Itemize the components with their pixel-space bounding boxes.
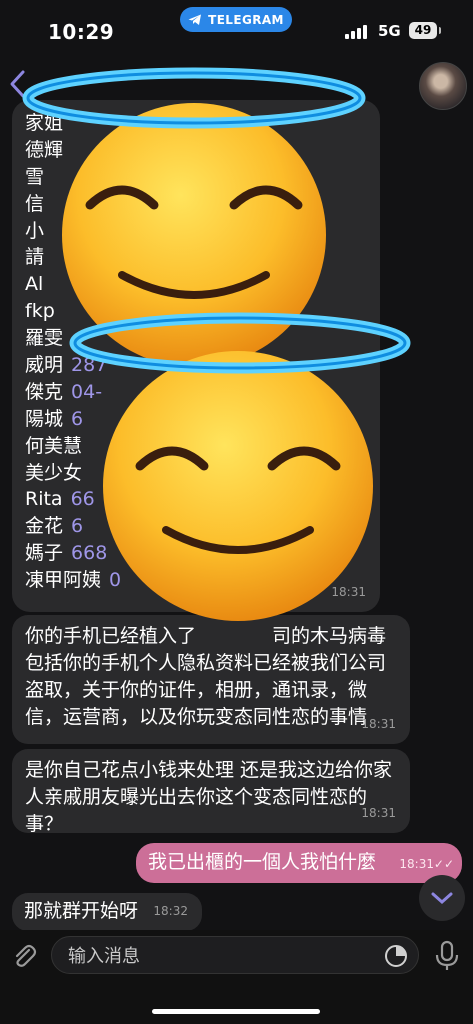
telegram-pill-label: TELEGRAM <box>208 12 284 27</box>
message-bubble[interactable]: 是你自己花点小钱来处理 还是我这边给你家人亲戚朋友曝光出去你这个变态同性恋的事？… <box>12 749 410 835</box>
contact-name: 傑克 <box>25 380 64 403</box>
avatar[interactable] <box>419 62 467 110</box>
message-time: 18:31 <box>399 857 434 871</box>
telegram-pill[interactable]: TELEGRAM <box>180 7 292 32</box>
microphone-icon[interactable] <box>434 940 460 972</box>
message-bubble[interactable]: 那就群开始呀 18:32 <box>12 893 202 931</box>
contact-name: 金花 <box>25 515 64 538</box>
read-receipt-icon: ✓✓ <box>433 857 454 871</box>
chevron-down-icon <box>431 892 453 905</box>
contact-name: Rita <box>25 488 63 511</box>
paperclip-icon[interactable] <box>10 942 38 970</box>
message-input[interactable] <box>51 936 419 975</box>
contact-name: 媽子 <box>25 542 64 565</box>
message-time: 18:31 <box>361 806 396 820</box>
message-text-field[interactable] <box>66 937 370 975</box>
network-type: 5G <box>378 22 401 40</box>
message-text: 你的手机已经植入了 司的木马病毒包括你的手机个人隐私资料已经被我们公司盗取，关于… <box>25 625 387 728</box>
message-text: 我已出櫃的一個人我怕什麼 <box>148 851 377 873</box>
status-time: 10:29 <box>48 20 115 44</box>
outgoing-message-bubble[interactable]: 我已出櫃的一個人我怕什麼 18:31 ✓✓ <box>136 843 462 883</box>
status-bar: 10:29 TELEGRAM 5G 49 <box>0 0 473 62</box>
scroll-down-button[interactable] <box>419 875 465 921</box>
message-time: 18:31 <box>361 717 396 731</box>
signal-icon <box>345 25 371 39</box>
sticker-icon[interactable] <box>384 944 408 968</box>
message-text: 那就群开始呀 <box>24 900 139 922</box>
message-time: 18:32 <box>153 904 188 918</box>
message-bubble[interactable]: 你的手机已经植入了 司的木马病毒包括你的手机个人隐私资料已经被我们公司盗取，关于… <box>12 615 410 744</box>
message-text: 是你自己花点小钱来处理 还是我这边给你家人亲戚朋友曝光出去你这个变态同性恋的事？ <box>25 759 393 835</box>
smiling-face-with-halo-emoji-bottom <box>69 312 411 621</box>
battery-icon: 49 <box>409 22 441 39</box>
telegram-icon <box>188 14 202 25</box>
home-indicator <box>152 1009 320 1014</box>
contact-name: 陽城 <box>25 407 64 430</box>
